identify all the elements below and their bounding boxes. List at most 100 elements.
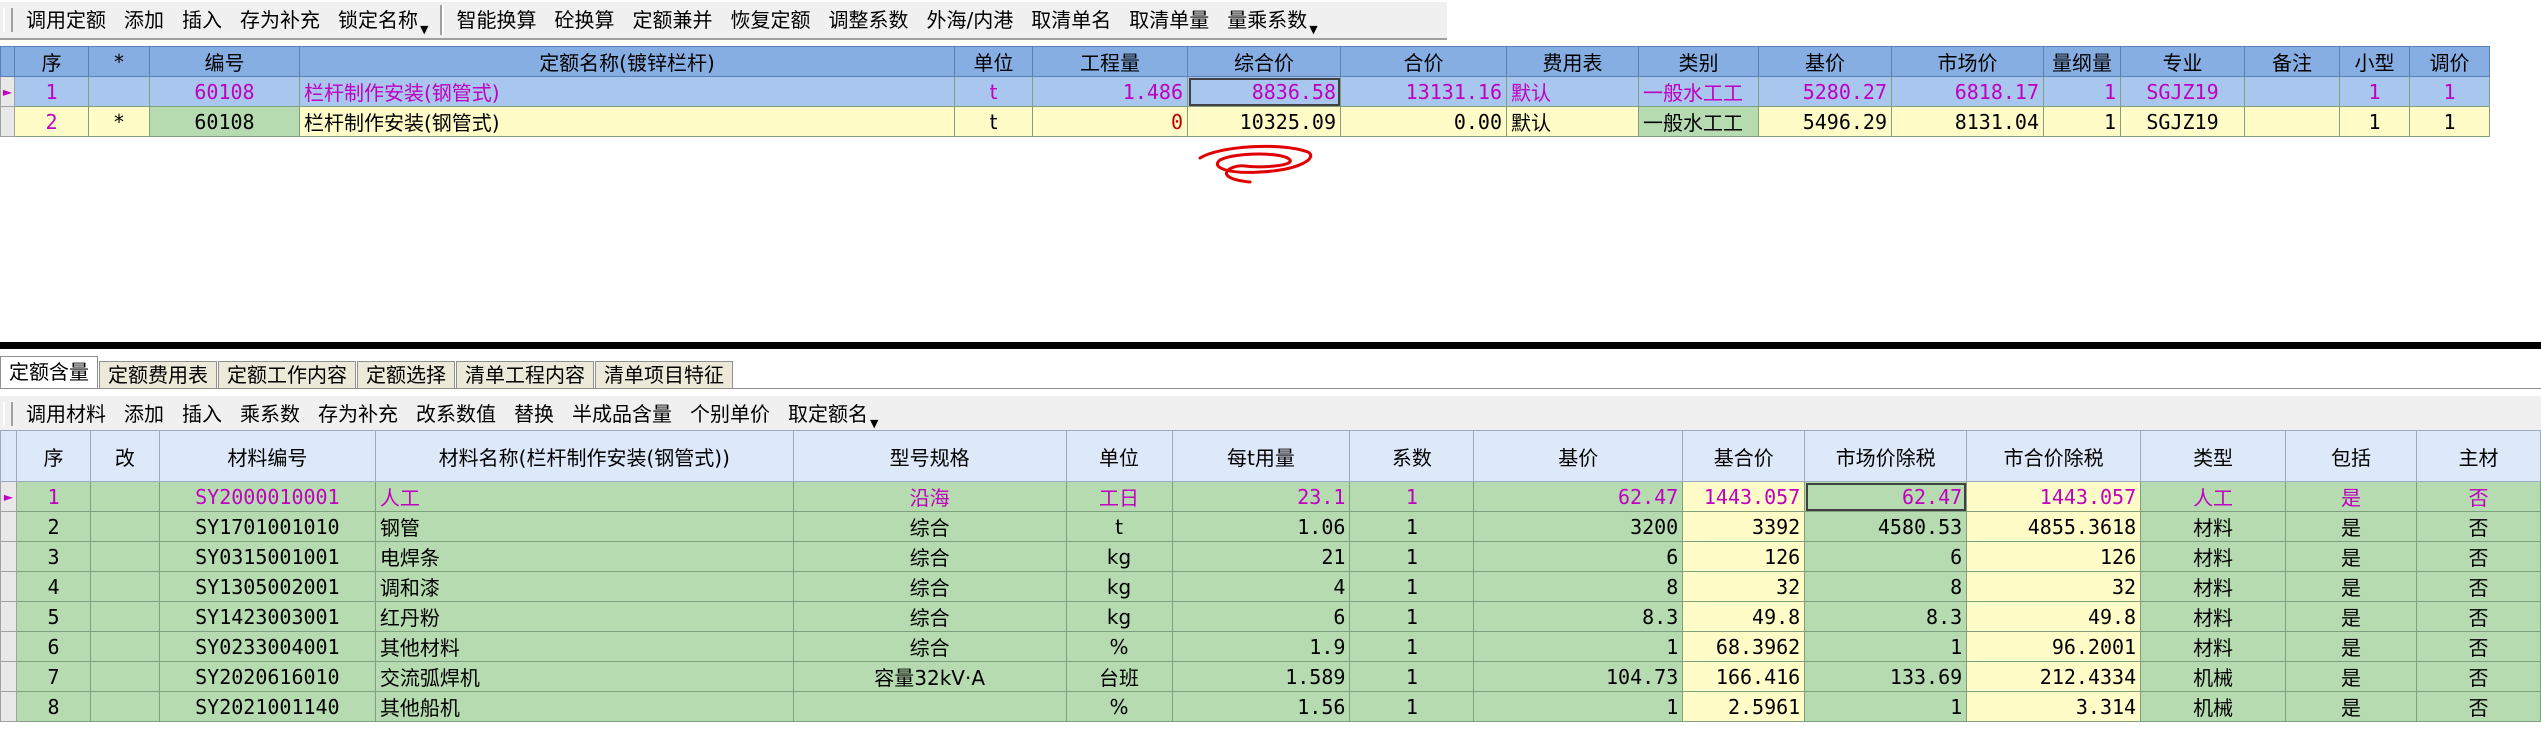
column-header[interactable]: 单位 [1065, 430, 1173, 482]
save-as-supplement-button[interactable]: 存为补充 [231, 4, 329, 36]
cell-material-code[interactable]: SY1701001010 [158, 511, 376, 542]
cell-base-total[interactable]: 32 [1682, 571, 1806, 602]
cell-small[interactable]: 1 [2339, 106, 2410, 137]
cell-coefficient[interactable]: 1 [1349, 481, 1475, 512]
cell-usage[interactable]: 1.589 [1171, 661, 1351, 692]
cell-main-material[interactable]: 否 [2415, 601, 2541, 632]
cell-unit[interactable]: 工日 [1065, 481, 1173, 512]
cell-base-total[interactable]: 3392 [1682, 511, 1806, 542]
cell-material-name[interactable]: 人工 [374, 481, 794, 512]
cell-material-name[interactable]: 交流弧焊机 [374, 661, 794, 692]
cell-base-price[interactable]: 1 [1473, 691, 1684, 722]
column-header[interactable]: 每t用量 [1171, 430, 1351, 482]
change-coefficient-button[interactable]: 改系数值 [407, 398, 505, 430]
cell-included[interactable]: 是 [2285, 661, 2417, 692]
cell-seq[interactable]: 8 [15, 691, 91, 722]
cell-seq[interactable]: 3 [15, 541, 91, 572]
cell-type[interactable]: 材料 [2140, 511, 2287, 542]
cell-modified[interactable] [89, 631, 160, 662]
cell-seq[interactable]: 7 [15, 661, 91, 692]
cell-material-code[interactable]: SY1305002001 [158, 571, 376, 602]
cell-note[interactable] [2244, 76, 2340, 107]
table-row[interactable]: 8 SY2021001140 其他船机% 1.56 1 1 2.5961 1 3.314 机械是否 [0, 691, 2541, 722]
cell-usage[interactable]: 1.56 [1171, 691, 1351, 722]
cell-adjust[interactable]: 1 [2409, 76, 2490, 107]
add-button[interactable]: 添加 [115, 4, 173, 36]
cell-base-price[interactable]: 3200 [1473, 511, 1684, 542]
offshore-inland-button[interactable]: 外海/内港 [917, 4, 1022, 36]
column-header[interactable]: 工程量 [1032, 46, 1188, 77]
pane-splitter[interactable] [0, 342, 2541, 349]
cell-market-price-ex-tax[interactable]: 62.47 [1804, 481, 1968, 512]
merge-quota-button[interactable]: 定额兼并 [623, 4, 721, 36]
column-header[interactable]: 市合价除税 [1966, 430, 2142, 482]
column-header[interactable]: 备注 [2244, 46, 2340, 77]
table-row[interactable]: 2 * 60108 栏杆制作安装(钢管式) t 0 10325.09 0.00 … [0, 106, 2490, 137]
cell-type[interactable]: 机械 [2140, 661, 2287, 692]
cell-included[interactable]: 是 [2285, 691, 2417, 722]
cell-spec[interactable]: 综合 [792, 601, 1067, 632]
cell-coefficient[interactable]: 1 [1349, 601, 1475, 632]
tab-quota-content[interactable]: 定额含量 [0, 356, 98, 389]
cell-qty[interactable]: 1.486 [1032, 76, 1188, 107]
cell-code[interactable]: 60108 [149, 106, 300, 137]
cell-type[interactable]: 材料 [2140, 631, 2287, 662]
cell-usage[interactable]: 4 [1171, 571, 1351, 602]
column-header[interactable]: 序 [15, 430, 91, 482]
cell-market-price-ex-tax[interactable]: 4580.53 [1804, 511, 1968, 542]
cell-qty[interactable]: 0 [1032, 106, 1188, 137]
cell-base-total[interactable]: 166.416 [1682, 661, 1806, 692]
row-indicator[interactable] [0, 106, 15, 137]
insert-button[interactable]: 插入 [173, 398, 231, 430]
column-header[interactable]: 调价 [2409, 46, 2490, 77]
cell-material-code[interactable]: SY0315001001 [158, 541, 376, 572]
cell-composite-price[interactable]: 8836.58 [1187, 76, 1341, 107]
column-header[interactable]: 型号规格 [792, 430, 1067, 482]
table-row[interactable]: 2 SY1701001010 钢管 综合 t 1.06 1 3200 3392 4580.53 48… [0, 511, 2541, 542]
cell-type[interactable]: 材料 [2140, 541, 2287, 572]
cell-small[interactable]: 1 [2339, 76, 2410, 107]
cell-seq[interactable]: 5 [15, 601, 91, 632]
cell-main-material[interactable]: 否 [2415, 661, 2541, 692]
cell-usage[interactable]: 1.9 [1171, 631, 1351, 662]
cell-usage[interactable]: 23.1 [1171, 481, 1351, 512]
cell-specialty[interactable]: SGJZ19 [2120, 106, 2245, 137]
column-header[interactable]: 基价 [1473, 430, 1684, 482]
table-row[interactable]: ► 1 60108 栏杆制作安装(钢管式) t 1.486 8836.58 13… [0, 76, 2490, 107]
save-as-supplement-button[interactable]: 存为补充 [309, 398, 407, 430]
cell-market-price-ex-tax[interactable]: 8 [1804, 571, 1968, 602]
cell-code[interactable]: 60108 [149, 76, 300, 107]
cell-market-price[interactable]: 6818.17 [1891, 76, 2044, 107]
cell-main-material[interactable]: 否 [2415, 691, 2541, 722]
concrete-conversion-button[interactable]: 砼换算 [545, 4, 623, 36]
cell-note[interactable] [2244, 106, 2340, 137]
cell-included[interactable]: 是 [2285, 631, 2417, 662]
take-list-qty-button[interactable]: 取清单量 [1120, 4, 1218, 36]
cell-total[interactable]: 0.00 [1340, 106, 1507, 137]
column-header[interactable]: 专业 [2120, 46, 2245, 77]
cell-star[interactable]: * [88, 106, 150, 137]
cell-market-total-ex-tax[interactable]: 32 [1966, 571, 2142, 602]
column-header[interactable]: 综合价 [1187, 46, 1341, 77]
tab-quota-work-content[interactable]: 定额工作内容 [218, 361, 356, 389]
table-row[interactable]: 3 SY0315001001 电焊条 综合 kg 21 1 6 126 6 126 材料是否 [0, 541, 2541, 572]
tab-quota-selection[interactable]: 定额选择 [357, 361, 455, 389]
take-list-name-button[interactable]: 取清单名 [1022, 4, 1120, 36]
cell-coefficient[interactable]: 1 [1349, 631, 1475, 662]
tab-list-item-features[interactable]: 清单项目特征 [595, 361, 733, 389]
cell-modified[interactable] [89, 511, 160, 542]
cell-market-price-ex-tax[interactable]: 8.3 [1804, 601, 1968, 632]
cell-coefficient[interactable]: 1 [1349, 571, 1475, 602]
cell-coefficient[interactable]: 1 [1349, 691, 1475, 722]
table-row[interactable]: 4 SY1305002001 调和漆 综合 kg 4 1 8 32 8 32 材料是否 [0, 571, 2541, 602]
cell-total[interactable]: 13131.16 [1340, 76, 1507, 107]
cell-spec[interactable] [792, 691, 1067, 722]
cell-category[interactable]: 一般水工工 [1638, 106, 1759, 137]
row-indicator[interactable] [0, 691, 17, 722]
column-header[interactable]: 量纲量 [2043, 46, 2121, 77]
column-header[interactable]: 包括 [2285, 430, 2417, 482]
replace-button[interactable]: 替换 [505, 398, 563, 430]
cell-included[interactable]: 是 [2285, 571, 2417, 602]
cell-included[interactable]: 是 [2285, 481, 2417, 512]
cell-market-price-ex-tax[interactable]: 1 [1804, 631, 1968, 662]
